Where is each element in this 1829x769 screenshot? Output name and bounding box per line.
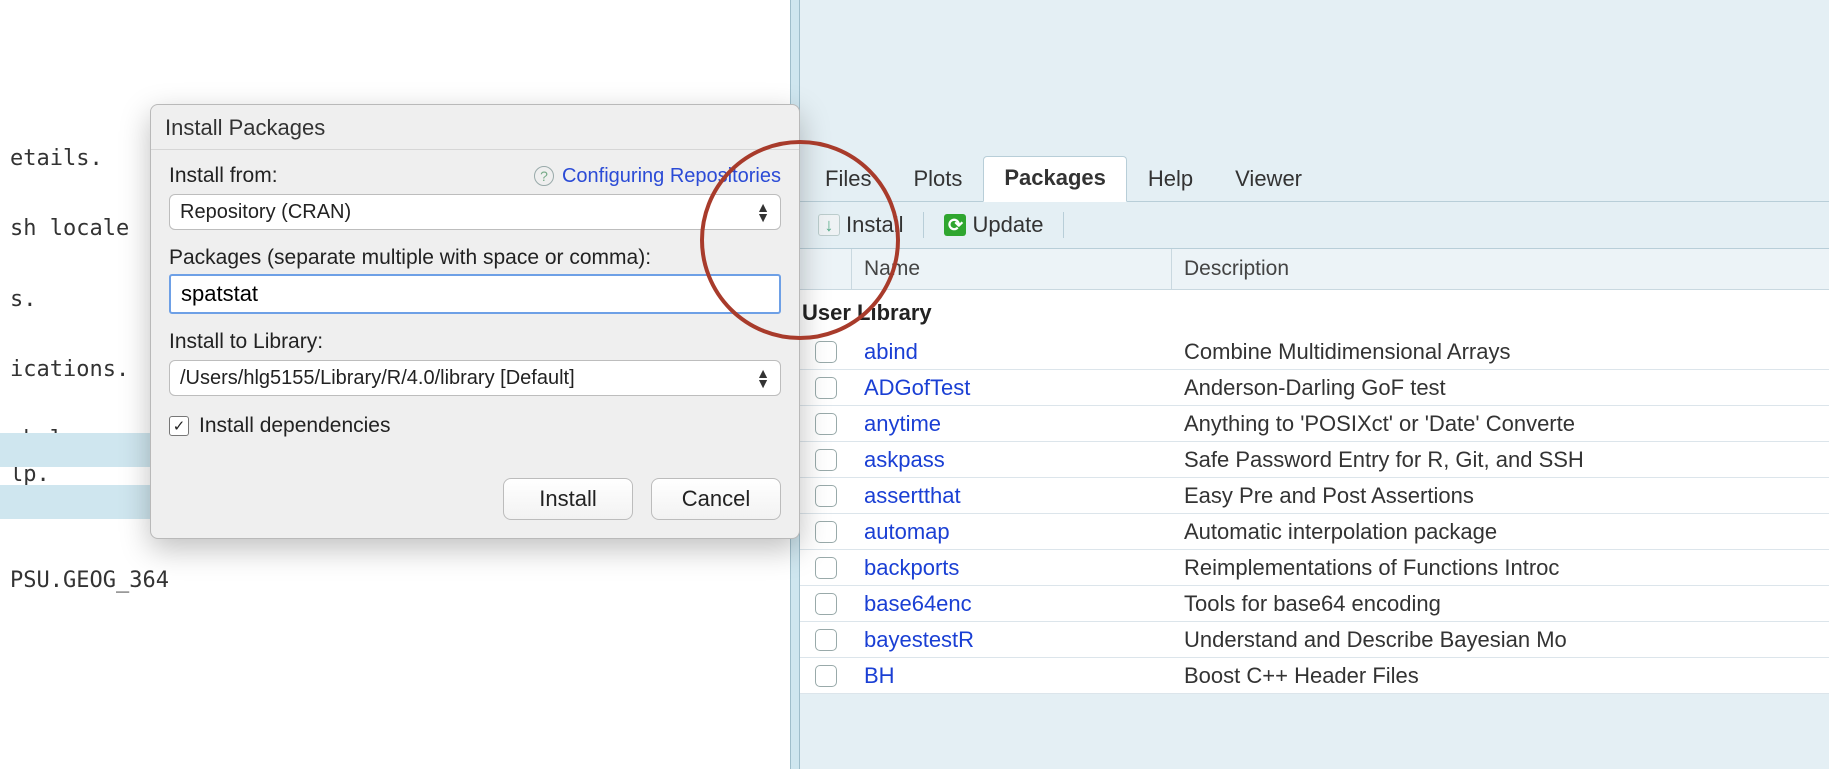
package-description: Anything to 'POSIXct' or 'Date' Converte xyxy=(1172,411,1829,437)
column-header-row: Name Description xyxy=(800,249,1829,290)
install-from-label: Install from: xyxy=(169,164,278,188)
package-name-link[interactable]: bayestestR xyxy=(852,627,1172,653)
package-description: Automatic interpolation package xyxy=(1172,519,1829,545)
packages-toolbar: ↓ Install ⟳ Update xyxy=(800,202,1829,249)
install-dependencies-label: Install dependencies xyxy=(199,414,390,438)
section-title-user-library: User Library xyxy=(800,290,1829,334)
package-checkbox[interactable] xyxy=(815,341,837,363)
package-description: Tools for base64 encoding xyxy=(1172,591,1829,617)
install-confirm-label: Install xyxy=(539,486,596,512)
package-description: Anderson-Darling GoF test xyxy=(1172,375,1829,401)
package-list: User Library abindCombine Multidimension… xyxy=(800,290,1829,694)
toolbar-divider xyxy=(923,212,924,238)
package-name-link[interactable]: abind xyxy=(852,339,1172,365)
update-button[interactable]: ⟳ Update xyxy=(934,208,1053,242)
install-from-value: Repository (CRAN) xyxy=(180,201,351,224)
cancel-button[interactable]: Cancel xyxy=(651,478,781,520)
package-description: Safe Password Entry for R, Git, and SSH xyxy=(1172,447,1829,473)
configuring-repositories-text: Configuring Repositories xyxy=(562,165,781,188)
package-name-link[interactable]: base64enc xyxy=(852,591,1172,617)
tab-files[interactable]: Files xyxy=(804,157,892,202)
package-checkbox[interactable] xyxy=(815,665,837,687)
select-caret-icon: ▲▼ xyxy=(756,368,770,388)
help-icon: ? xyxy=(534,166,554,186)
package-row: BHBoost C++ Header Files xyxy=(800,658,1829,694)
packages-label: Packages (separate multiple with space o… xyxy=(169,246,781,270)
install-button-label: Install xyxy=(846,212,903,238)
cancel-button-label: Cancel xyxy=(682,486,750,512)
package-name-link[interactable]: assertthat xyxy=(852,483,1172,509)
package-checkbox[interactable] xyxy=(815,377,837,399)
column-header-description: Description xyxy=(1172,249,1829,289)
package-row: backportsReimplementations of Functions … xyxy=(800,550,1829,586)
select-caret-icon: ▲▼ xyxy=(756,202,770,222)
tab-plots[interactable]: Plots xyxy=(892,157,983,202)
package-row: anytimeAnything to 'POSIXct' or 'Date' C… xyxy=(800,406,1829,442)
dialog-title: Install Packages xyxy=(165,115,325,141)
package-name-link[interactable]: askpass xyxy=(852,447,1172,473)
package-row: automapAutomatic interpolation package xyxy=(800,514,1829,550)
tab-viewer[interactable]: Viewer xyxy=(1214,157,1323,202)
install-confirm-button[interactable]: Install xyxy=(503,478,633,520)
package-row: askpassSafe Password Entry for R, Git, a… xyxy=(800,442,1829,478)
package-checkbox[interactable] xyxy=(815,449,837,471)
configuring-repositories-link[interactable]: ? Configuring Repositories xyxy=(534,165,781,188)
package-name-link[interactable]: BH xyxy=(852,663,1172,689)
package-description: Reimplementations of Functions Introc xyxy=(1172,555,1829,581)
package-checkbox[interactable] xyxy=(815,629,837,651)
column-header-checkbox xyxy=(800,249,852,289)
tab-packages[interactable]: Packages xyxy=(983,156,1127,202)
install-to-value: /Users/hlg5155/Library/R/4.0/library [De… xyxy=(180,367,575,390)
package-description: Understand and Describe Bayesian Mo xyxy=(1172,627,1829,653)
package-name-link[interactable]: ADGofTest xyxy=(852,375,1172,401)
tab-help[interactable]: Help xyxy=(1127,157,1214,202)
toolbar-divider xyxy=(1063,212,1064,238)
package-checkbox[interactable] xyxy=(815,413,837,435)
tabset: FilesPlotsPackagesHelpViewer xyxy=(800,0,1829,202)
update-button-label: Update xyxy=(972,212,1043,238)
package-description: Combine Multidimensional Arrays xyxy=(1172,339,1829,365)
package-row: abindCombine Multidimensional Arrays xyxy=(800,334,1829,370)
install-button[interactable]: ↓ Install xyxy=(808,208,913,242)
install-to-select[interactable]: /Users/hlg5155/Library/R/4.0/library [De… xyxy=(169,360,781,396)
package-row: bayestestRUnderstand and Describe Bayesi… xyxy=(800,622,1829,658)
package-row: base64encTools for base64 encoding xyxy=(800,586,1829,622)
package-name-link[interactable]: backports xyxy=(852,555,1172,581)
package-description: Easy Pre and Post Assertions xyxy=(1172,483,1829,509)
right-pane: FilesPlotsPackagesHelpViewer ↓ Install ⟳… xyxy=(800,0,1829,769)
package-row: assertthatEasy Pre and Post Assertions xyxy=(800,478,1829,514)
packages-input[interactable] xyxy=(169,274,781,314)
install-packages-dialog: Install Packages Install from: ? Configu… xyxy=(150,104,800,539)
update-icon: ⟳ xyxy=(944,214,966,236)
column-header-name: Name xyxy=(852,249,1172,289)
install-from-select[interactable]: Repository (CRAN) ▲▼ xyxy=(169,194,781,230)
install-icon: ↓ xyxy=(818,214,840,236)
install-to-label: Install to Library: xyxy=(169,330,781,354)
package-description: Boost C++ Header Files xyxy=(1172,663,1829,689)
package-name-link[interactable]: anytime xyxy=(852,411,1172,437)
install-dependencies-checkbox[interactable]: ✓ xyxy=(169,416,189,436)
package-name-link[interactable]: automap xyxy=(852,519,1172,545)
package-checkbox[interactable] xyxy=(815,593,837,615)
package-row: ADGofTestAnderson-Darling GoF test xyxy=(800,370,1829,406)
dialog-titlebar[interactable]: Install Packages xyxy=(151,105,799,150)
package-checkbox[interactable] xyxy=(815,485,837,507)
package-checkbox[interactable] xyxy=(815,557,837,579)
package-checkbox[interactable] xyxy=(815,521,837,543)
